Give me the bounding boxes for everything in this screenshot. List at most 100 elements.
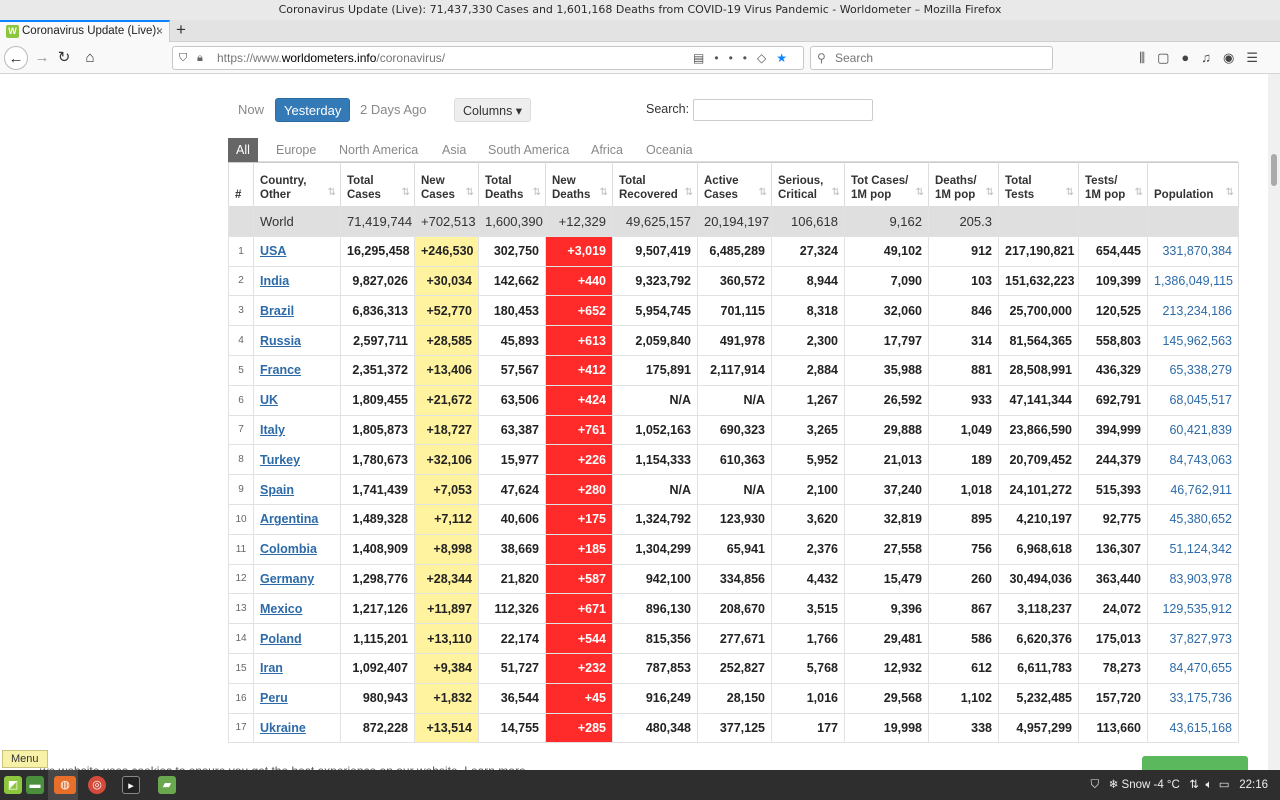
country-link[interactable]: Spain [260,483,294,497]
sort-icon[interactable]: ⇅ [986,186,994,200]
country-link[interactable]: Russia [260,334,301,348]
forward-button[interactable]: → [30,46,54,70]
sort-icon[interactable]: ⇅ [402,186,410,200]
table-search-input[interactable] [693,99,873,121]
region-tab-south-america[interactable]: South America [480,138,577,162]
pocket-icon[interactable]: ◇ [757,51,776,65]
country-link[interactable]: Iran [260,661,283,675]
country-cell[interactable]: Russia [253,325,341,356]
hamburger-menu-icon[interactable]: ☰ [1246,50,1270,65]
sort-icon[interactable]: ⇅ [759,186,767,200]
country-cell[interactable]: Mexico [253,593,341,625]
sort-icon[interactable]: ⇅ [832,186,840,200]
column-header[interactable]: Population ⇅ [1147,162,1239,207]
tracking-shield-icon[interactable]: ⛉ [179,47,187,69]
sort-icon[interactable]: ⇅ [916,186,924,200]
country-link[interactable]: Italy [260,423,285,437]
tab-yesterday[interactable]: Yesterday [275,98,351,122]
url-bar-actions[interactable]: ▤•••◇★ [693,47,797,69]
country-link[interactable]: Mexico [260,602,302,616]
column-header[interactable]: Total Deaths ⇅ [478,162,546,207]
battery-icon[interactable]: ▭ [1219,779,1230,791]
page-actions-icon[interactable]: ••• [714,51,757,65]
country-link[interactable]: Argentina [260,512,318,526]
sidebar-icon[interactable]: ▢ [1157,50,1181,65]
extension-bell-icon[interactable]: ♫ [1201,50,1223,65]
new-tab-button[interactable]: + [176,20,186,40]
show-desktop-icon[interactable]: ▬ [26,776,44,794]
country-link[interactable]: France [260,363,301,377]
country-link[interactable]: Ukraine [260,721,306,735]
country-link[interactable]: Turkey [260,453,300,467]
search-bar[interactable]: ⚲ Search [810,46,1053,70]
country-link[interactable]: Peru [260,691,288,705]
country-cell[interactable]: UK [253,384,341,416]
country-link[interactable]: UK [260,393,278,407]
sort-icon[interactable]: ⇅ [466,186,474,200]
sort-icon[interactable]: ⇅ [1066,186,1074,200]
extension-account-icon[interactable]: ◉ [1223,50,1246,65]
sort-icon[interactable]: ⇅ [533,186,541,200]
files-taskbar-icon[interactable]: ▰ [158,776,176,794]
tab-now[interactable]: Now [230,98,272,122]
start-menu-icon[interactable]: ◩ [4,776,22,794]
region-tab-asia[interactable]: Asia [434,138,474,162]
column-header[interactable]: Tests/ 1M pop ⇅ [1078,162,1148,207]
back-button[interactable]: ← [4,46,28,70]
volume-icon[interactable]: 🔈︎ [1205,779,1212,791]
country-cell[interactable]: India [253,265,341,297]
network-icon[interactable]: ⇅ [1189,779,1199,791]
weather-text[interactable]: Snow -4 °C [1122,779,1180,791]
sort-icon[interactable]: ⇅ [600,186,608,200]
region-tab-all[interactable]: All [228,138,258,162]
weather-icon[interactable]: ❄ [1109,779,1119,791]
country-cell[interactable]: Iran [253,652,341,684]
region-tab-africa[interactable]: Africa [583,138,631,162]
chrome-taskbar-icon[interactable]: ◎ [88,776,106,794]
scrollbar-thumb[interactable] [1271,154,1277,186]
extension-green-icon[interactable]: ● [1181,50,1201,65]
country-link[interactable]: USA [260,244,286,258]
clock[interactable]: 22:16 [1239,779,1268,791]
sort-icon[interactable]: ⇅ [1226,186,1234,200]
column-header[interactable]: Total Recovered ⇅ [612,162,698,207]
column-header[interactable]: New Deaths ⇅ [545,162,613,207]
country-cell[interactable]: Argentina [253,503,341,535]
region-tab-europe[interactable]: Europe [268,138,324,162]
country-cell[interactable]: France [253,354,341,386]
page-scrollbar[interactable] [1268,74,1280,770]
sort-icon[interactable]: ⇅ [328,186,336,200]
column-header[interactable]: New Cases ⇅ [414,162,479,207]
bookmark-star-icon[interactable]: ★ [776,51,797,65]
region-tab-north-america[interactable]: North America [331,138,426,162]
region-tab-oceania[interactable]: Oceania [638,138,701,162]
country-cell[interactable]: Poland [253,623,341,654]
column-header[interactable]: Active Cases ⇅ [697,162,772,207]
column-header[interactable]: Total Cases ⇅ [340,162,415,207]
country-link[interactable]: Brazil [260,304,294,318]
country-cell[interactable]: Ukraine [253,712,341,744]
sort-icon[interactable]: ⇅ [1135,186,1143,200]
shield-tray-icon[interactable]: ⛉ [1090,779,1099,791]
lock-icon[interactable]: 🔒︎ [197,47,203,69]
country-cell[interactable]: USA [253,235,341,267]
column-header[interactable]: Total Tests ⇅ [998,162,1079,207]
country-cell[interactable]: Italy [253,414,341,446]
country-link[interactable]: India [260,274,289,288]
country-cell[interactable]: Turkey [253,444,341,476]
firefox-taskbar-icon[interactable]: ◍ [54,776,76,794]
terminal-taskbar-icon[interactable]: ▸ [122,776,140,794]
country-link[interactable]: Germany [260,572,314,586]
close-tab-icon[interactable]: × [156,22,163,41]
columns-dropdown-button[interactable]: Columns ▾ [454,98,532,122]
country-cell[interactable]: Peru [253,682,341,714]
country-link[interactable]: Poland [260,632,302,646]
country-cell[interactable]: Colombia [253,533,341,565]
reload-button[interactable]: ↻ [52,46,76,70]
column-header[interactable]: Tot Cases/ 1M pop ⇅ [844,162,929,207]
column-header[interactable]: Serious, Critical ⇅ [771,162,845,207]
home-button[interactable]: ⌂ [78,46,102,70]
country-cell[interactable]: Spain [253,474,341,505]
tab-2-days-ago[interactable]: 2 Days Ago [352,98,435,122]
reader-view-icon[interactable]: ▤ [693,51,714,65]
